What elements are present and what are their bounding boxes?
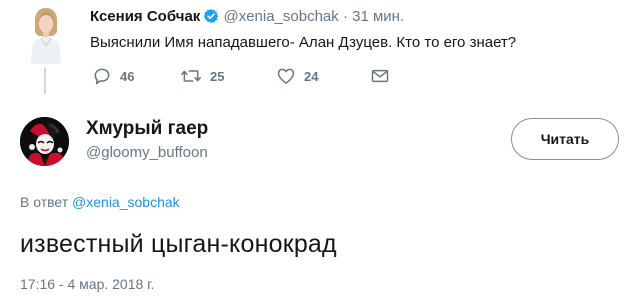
parent-author-avatar[interactable]	[28, 6, 64, 64]
reply-author-avatar[interactable]	[20, 117, 69, 166]
parent-tweet[interactable]: Ксения Собчак @xenia_sobchak · 31 мин. В…	[0, 0, 640, 100]
parent-tweet-time[interactable]: 31 мин.	[352, 8, 404, 25]
parent-tweet-text: Выяснили Имя нападавшего- Алан Дзуцев. К…	[90, 34, 517, 51]
reply-to-prefix: В ответ	[20, 194, 69, 210]
reply-count: 46	[120, 68, 135, 84]
thread-connector-line	[44, 68, 46, 94]
like-count: 24	[304, 68, 319, 84]
header-separator: ·	[342, 8, 348, 25]
reply-button[interactable]: 46	[92, 66, 134, 86]
reply-tweet-text: известный цыган-конокрад	[20, 230, 337, 258]
parent-tweet-actions: 46 25 24	[90, 66, 410, 88]
direct-message-button[interactable]	[370, 66, 390, 86]
like-button[interactable]: 24	[276, 66, 318, 86]
reply-to-mention-link[interactable]: @xenia_sobchak	[72, 194, 180, 210]
like-icon	[276, 66, 296, 86]
verified-badge-icon	[203, 8, 219, 30]
retweet-icon	[180, 66, 202, 86]
parent-author-handle[interactable]: @xenia_sobchak	[223, 8, 338, 25]
parent-tweet-header: Ксения Собчак @xenia_sobchak · 31 мин.	[90, 7, 404, 30]
reply-icon	[92, 66, 112, 86]
follow-button[interactable]: Читать	[511, 118, 619, 160]
retweet-button[interactable]: 25	[180, 66, 224, 86]
reply-author-name[interactable]: Хмурый гаер	[86, 117, 208, 141]
retweet-count: 25	[210, 68, 225, 84]
reply-tweet-timestamp[interactable]: 17:16 - 4 мар. 2018 г.	[20, 275, 154, 293]
reply-author-handle[interactable]: @gloomy_buffoon	[86, 143, 208, 163]
reply-context: В ответ @xenia_sobchak	[20, 193, 180, 211]
parent-author-name[interactable]: Ксения Собчак	[90, 8, 200, 25]
message-icon	[370, 66, 390, 86]
